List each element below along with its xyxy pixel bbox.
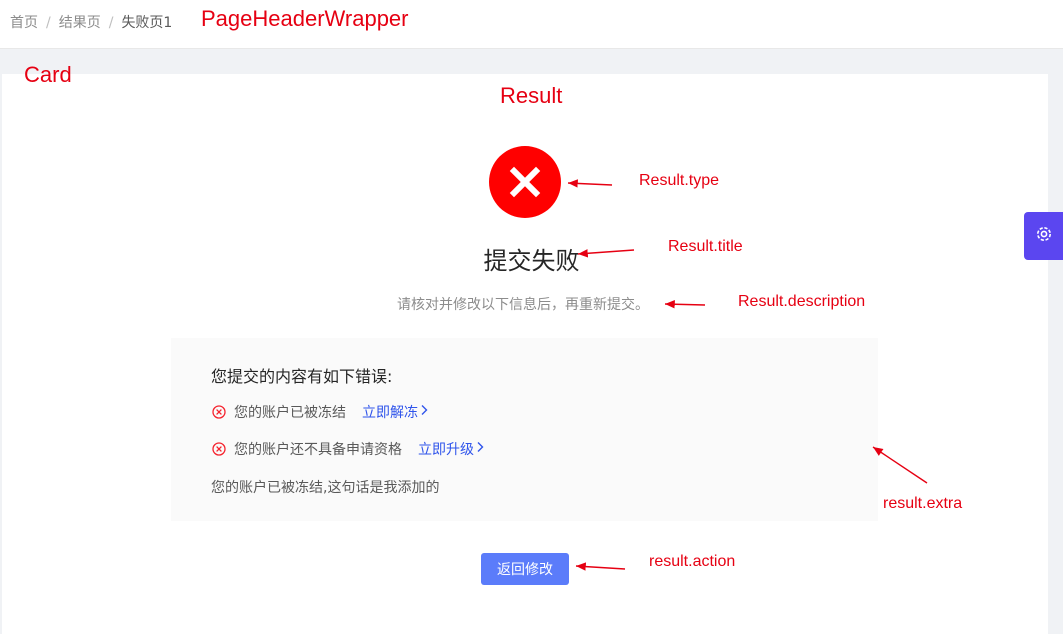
arrow-type <box>567 179 613 188</box>
arrow-description <box>664 300 706 309</box>
arrow-extra <box>872 446 928 484</box>
annotation-arrows <box>567 179 928 571</box>
arrow-title <box>577 249 635 258</box>
arrow-action <box>575 562 626 571</box>
